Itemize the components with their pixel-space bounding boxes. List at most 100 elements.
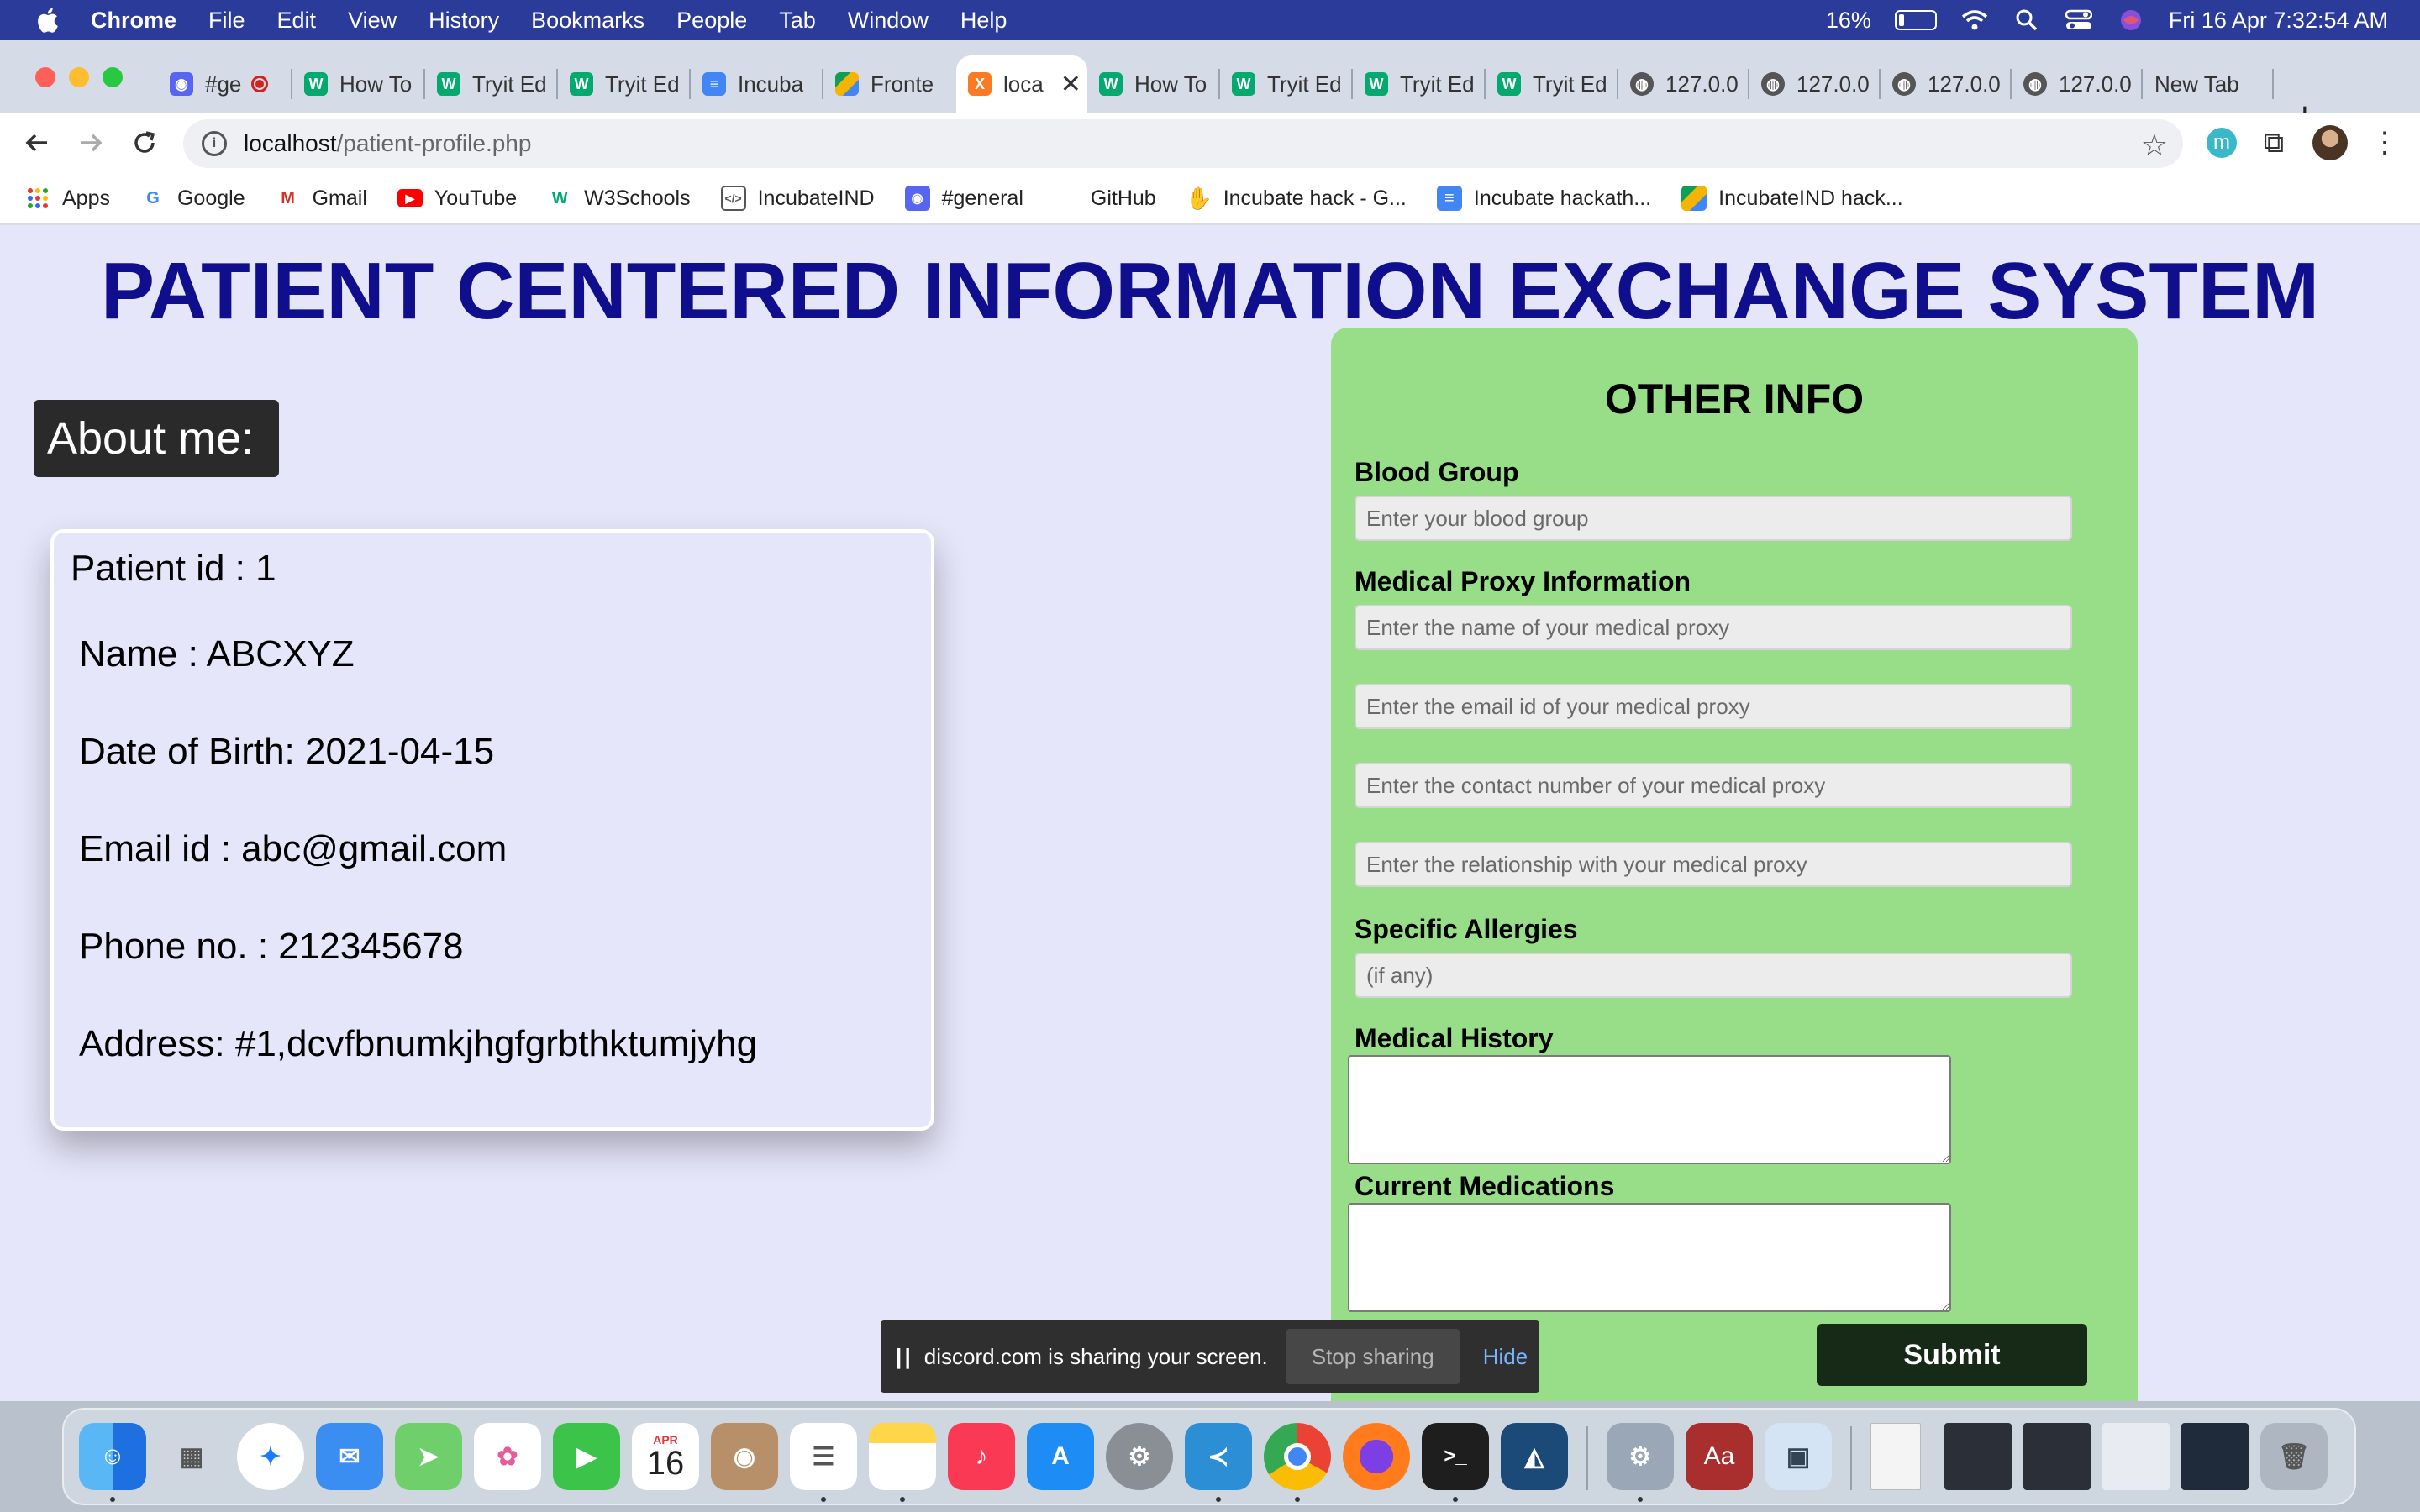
tab-127-0-0-1[interactable]: ◍ 127.0.0 [1749,55,1881,113]
photos-icon[interactable]: ✿ [474,1423,541,1490]
terminal-icon[interactable]: >_ [1422,1423,1489,1490]
mail-icon[interactable]: ✉ [316,1423,383,1490]
tab-label: Tryit Ed [1400,71,1475,97]
hide-banner-button[interactable]: Hide [1483,1344,1528,1370]
tab-how-to[interactable]: W How To [1087,55,1220,113]
medical-history-textarea[interactable] [1348,1055,1951,1164]
window-close-button[interactable] [35,67,55,87]
finder-icon[interactable]: ☺ [79,1423,146,1490]
bookmark-incubateind[interactable]: </> IncubateIND [720,186,875,211]
window-thumbnail-icon[interactable] [2181,1423,2249,1490]
apple-icon[interactable] [34,5,64,35]
tab-tryit-editor[interactable]: W Tryit Ed [1353,55,1486,113]
profile-avatar[interactable] [2312,125,2348,160]
bookmark-incubate-hack[interactable]: ✋ Incubate hack - G... [1186,186,1407,211]
tab-close-icon[interactable]: ✕ [1060,70,1081,99]
menu-file[interactable]: File [208,8,245,34]
bookmark-gmail[interactable]: M Gmail [276,186,367,211]
tab-tryit-editor[interactable]: W Tryit Ed [1220,55,1353,113]
window-zoom-button[interactable] [103,67,123,87]
tab-discord[interactable]: ◉ #ge [158,55,292,113]
bookmark-github[interactable]: GitHub [1091,186,1156,211]
blood-group-input[interactable] [1355,496,2072,541]
control-center-icon[interactable] [2065,8,2093,33]
app-store-icon[interactable]: A [1027,1423,1094,1490]
safari-icon[interactable]: ✦ [237,1423,304,1490]
trash-icon[interactable]: 🗑 [2260,1423,2328,1490]
firefox-icon[interactable] [1343,1423,1410,1490]
tab-tryit-editor[interactable]: W Tryit Ed [425,55,558,113]
reminders-icon[interactable]: ☰ [790,1423,857,1490]
window-minimize-button[interactable] [69,67,89,87]
proxy-email-input[interactable] [1355,684,2072,729]
proxy-contact-input[interactable] [1355,763,2072,808]
spotlight-search-icon[interactable] [2012,8,2041,33]
bookmark-star-icon[interactable]: ☆ [2141,128,2168,163]
tab-localhost-active[interactable]: X loca ✕ [956,55,1087,113]
maps-icon[interactable]: ➤ [395,1423,462,1490]
tab-127-0-0-1[interactable]: ◍ 127.0.0 [2012,55,2143,113]
tab-incubate-doc[interactable]: ≡ Incuba [691,55,823,113]
bookmark-apps[interactable]: Apps [25,186,110,211]
bookmark-google[interactable]: G Google [140,186,245,211]
document-thumbnail-icon[interactable] [1870,1423,1921,1490]
menu-app-name[interactable]: Chrome [91,8,176,34]
calendar-icon[interactable]: APR 16 [632,1423,699,1490]
system-preferences-icon[interactable]: ⚙ [1106,1423,1173,1490]
menu-dots-icon[interactable]: ⋮ [2363,121,2407,165]
bookmark-incubateind-hack[interactable]: IncubateIND hack... [1681,186,1903,211]
facetime-icon[interactable]: ▶ [553,1423,620,1490]
proxy-relationship-input[interactable] [1355,842,2072,887]
tab-tryit-editor[interactable]: W Tryit Ed [558,55,691,113]
tab-127-0-0-1[interactable]: ◍ 127.0.0 [1881,55,2012,113]
back-arrow-icon[interactable] [15,121,59,165]
vscode-icon[interactable]: ≺ [1185,1423,1252,1490]
reload-icon[interactable] [123,121,166,165]
allergies-input[interactable] [1355,953,2072,998]
battery-percent: 16% [1825,7,1871,33]
settings-gear-icon[interactable]: ⚙ [1607,1423,1674,1490]
window-thumbnail-icon[interactable] [1944,1423,2012,1490]
siri-icon[interactable] [2117,8,2145,33]
preview-icon[interactable]: ▣ [1765,1423,1832,1490]
bookmark-general[interactable]: ◉ #general [904,186,1023,211]
proxy-name-input[interactable] [1355,605,2072,650]
menubar-clock[interactable]: Fri 16 Apr 7:32:54 AM [2169,8,2388,34]
menu-tab[interactable]: Tab [779,8,816,34]
mysql-workbench-icon[interactable]: ◭ [1501,1423,1568,1490]
bookmark-w3schools[interactable]: W W3Schools [547,186,691,211]
current-medications-textarea[interactable] [1348,1203,1951,1312]
bookmark-incubate-hackathon[interactable]: ≡ Incubate hackath... [1436,186,1651,211]
notes-icon[interactable] [869,1423,936,1490]
battery-icon[interactable] [1894,10,1937,30]
patient-address: Address: #1,dcvfbnumkjhgfgrbthktumjyhg [79,1023,758,1064]
tab-tryit-editor[interactable]: W Tryit Ed [1486,55,1618,113]
menu-help[interactable]: Help [960,8,1007,34]
chrome-icon[interactable] [1264,1423,1331,1490]
forward-arrow-icon[interactable] [69,121,113,165]
dictionary-icon[interactable]: Aa [1686,1423,1753,1490]
launchpad-icon[interactable]: ▦ [158,1423,225,1490]
menu-edit[interactable]: Edit [277,8,317,34]
menu-people[interactable]: People [676,8,747,34]
menu-view[interactable]: View [348,8,397,34]
bookmark-youtube[interactable]: ▶ YouTube [397,186,517,211]
tab-how-to[interactable]: W How To [292,55,425,113]
menu-bookmarks[interactable]: Bookmarks [531,8,644,34]
extension-m-icon[interactable]: m [2207,128,2237,158]
extensions-puzzle-icon[interactable]: ⧉ [2259,127,2289,159]
menu-history[interactable]: History [429,8,499,34]
window-thumbnail-icon[interactable] [2023,1423,2091,1490]
music-icon[interactable]: ♪ [948,1423,1015,1490]
stop-sharing-button[interactable]: Stop sharing [1286,1329,1460,1384]
site-info-icon[interactable]: i [202,131,227,156]
address-bar[interactable]: i localhost /patient-profile.php ☆ [183,119,2183,168]
wifi-icon[interactable] [1960,8,1989,33]
window-thumbnail-icon[interactable] [2102,1423,2170,1490]
tab-new-tab[interactable]: New Tab [2143,55,2274,113]
contacts-icon[interactable]: ◉ [711,1423,778,1490]
menu-window[interactable]: Window [848,8,929,34]
tab-frontend-drive[interactable]: Fronte [823,55,956,113]
submit-button[interactable]: Submit [1817,1324,2087,1386]
tab-127-0-0-1[interactable]: ◍ 127.0.0 [1618,55,1749,113]
